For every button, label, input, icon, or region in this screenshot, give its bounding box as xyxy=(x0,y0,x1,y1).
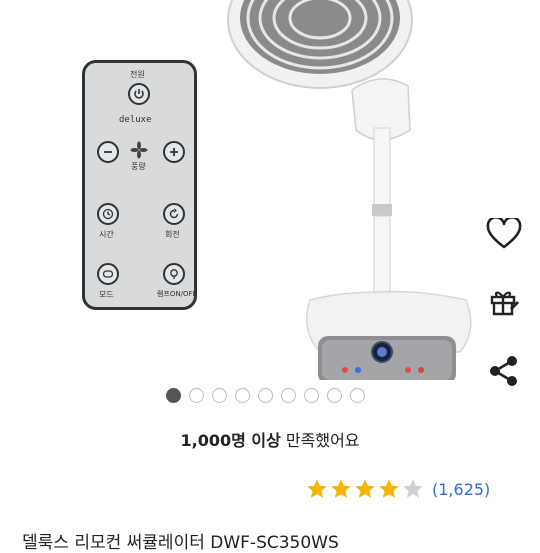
remote-mode-button xyxy=(97,263,119,285)
carousel-dot[interactable] xyxy=(281,388,296,403)
clock-icon xyxy=(102,208,114,220)
bulb-icon xyxy=(170,269,178,279)
carousel-dot[interactable] xyxy=(235,388,250,403)
rotate-icon xyxy=(169,208,179,219)
minus-icon xyxy=(104,151,112,153)
share-button[interactable] xyxy=(484,351,524,391)
product-image[interactable]: 전원 deluxe 풍량 시간 회전 모드 램프ON/OFF xyxy=(0,0,540,380)
star-icon xyxy=(355,479,375,498)
satisfaction-suffix: 만족했어요 xyxy=(280,431,360,450)
star-icon xyxy=(403,479,423,498)
share-icon xyxy=(490,356,517,386)
remote-power-button xyxy=(128,83,150,105)
wishlist-button[interactable] xyxy=(484,214,524,254)
remote-control: 전원 deluxe 풍량 시간 회전 모드 램프ON/OFF xyxy=(82,60,197,310)
power-icon xyxy=(134,89,144,99)
star-icon xyxy=(331,479,351,498)
lamp-label: 램프ON/OFF xyxy=(157,290,197,298)
timer-label: 시간 xyxy=(99,230,114,239)
carousel-dot[interactable] xyxy=(258,388,273,403)
power-label: 전원 xyxy=(130,70,145,79)
mode-label: 모드 xyxy=(99,290,114,299)
review-count-link[interactable]: (1,625) xyxy=(432,480,490,499)
plus-icon xyxy=(170,148,178,156)
carousel-dot[interactable] xyxy=(350,388,365,403)
carousel-dot[interactable] xyxy=(304,388,319,403)
heart-icon xyxy=(486,218,522,249)
gift-button[interactable] xyxy=(484,282,524,322)
satisfaction-text: 1,000명 이상 만족했어요 xyxy=(0,427,540,451)
remote-timer-button xyxy=(97,203,119,225)
carousel-dot[interactable] xyxy=(166,388,181,403)
circulator-fan-image xyxy=(227,0,472,380)
carousel-indicator[interactable] xyxy=(166,388,365,403)
carousel-dot[interactable] xyxy=(212,388,227,403)
remote-brand-logo: deluxe xyxy=(119,115,152,125)
star-icon xyxy=(307,479,327,498)
remote-plus-button xyxy=(163,141,185,163)
rating[interactable]: (1,625) xyxy=(306,478,490,500)
rating-stars xyxy=(306,478,426,500)
remote-minus-button xyxy=(97,141,119,163)
mode-icon xyxy=(102,270,114,278)
fan-icon xyxy=(130,141,148,159)
wind-label: 풍량 xyxy=(131,162,146,171)
gift-icon xyxy=(490,291,519,316)
rotate-label: 회전 xyxy=(165,230,180,239)
star-icon xyxy=(379,479,399,498)
remote-lamp-button xyxy=(163,263,185,285)
product-title: 델룩스 리모컨 써큘레이터 DWF-SC350WS xyxy=(22,533,339,553)
carousel-dot[interactable] xyxy=(327,388,342,403)
satisfaction-count: 1,000명 이상 xyxy=(180,431,281,450)
carousel-dot[interactable] xyxy=(189,388,204,403)
remote-rotate-button xyxy=(163,203,185,225)
